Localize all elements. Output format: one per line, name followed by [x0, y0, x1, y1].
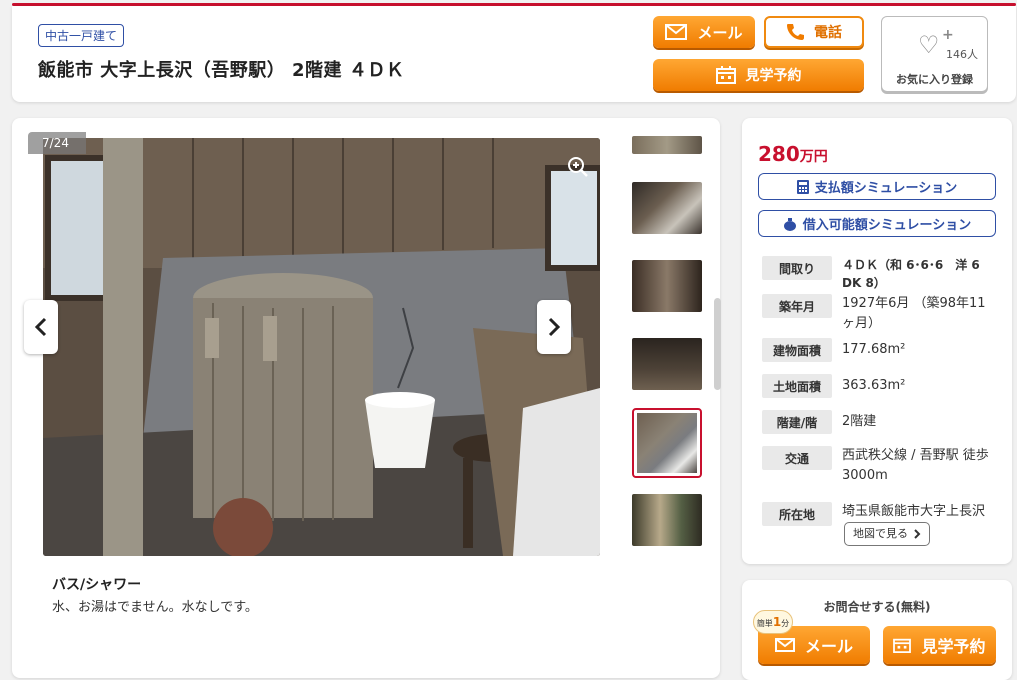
spec-key: 所在地	[762, 502, 832, 526]
thumbnail[interactable]	[632, 338, 702, 390]
calendar-icon	[715, 66, 736, 84]
heart-icon: ♡	[918, 31, 940, 59]
payment-simulation-button[interactable]: 支払額シミュレーション	[758, 173, 996, 200]
spec-value: ４ＤＫ（和 6･6･6 洋 6 DK 8）	[842, 258, 980, 290]
spec-value: 1927年6月 （築98年11ヶ月）	[842, 296, 986, 331]
mail-button[interactable]: メール	[653, 16, 755, 48]
favorite-count: 146人	[946, 48, 978, 61]
mail-icon	[665, 24, 688, 40]
easy-number: 1	[772, 615, 782, 629]
bathroom-photo-image	[43, 138, 600, 556]
map-view-button[interactable]: 地図で見る	[844, 522, 930, 546]
thumbnail-active[interactable]	[632, 408, 702, 478]
phone-icon	[787, 24, 804, 40]
payment-simulation-label: 支払額シミュレーション	[814, 181, 958, 196]
spec-key: 交通	[762, 446, 832, 470]
easy-one-minute-badge: 簡単1分	[753, 610, 793, 634]
borrowing-simulation-button[interactable]: 借入可能額シミュレーション	[758, 210, 996, 237]
map-button-label: 地図で見る	[853, 527, 908, 540]
next-photo-button[interactable]	[537, 300, 571, 354]
spec-key: 築年月	[762, 294, 832, 318]
chevron-right-icon	[548, 317, 561, 337]
property-summary-panel: 280万円 支払額シミュレーション 借入可能額シミュレーション 間取り ４ＤＫ（…	[742, 118, 1012, 564]
thumbnail[interactable]	[632, 182, 702, 234]
address-text: 埼玉県飯能市大字上長沢	[842, 504, 986, 519]
visit-button-label: 見学予約	[745, 68, 802, 84]
contact-visit-button[interactable]: 見学予約	[883, 626, 996, 664]
property-type-badge: 中古一戸建て	[38, 24, 125, 47]
photo-gallery: 7/24 バス/シャワー 水、お湯はでません。水なしです。	[12, 118, 721, 678]
spec-value: 363.63m²	[842, 378, 906, 393]
zoom-in-icon[interactable]	[567, 156, 589, 178]
tel-button[interactable]: 電話	[764, 16, 864, 48]
spec-key: 間取り	[762, 256, 832, 280]
spec-key: 建物面積	[762, 338, 832, 362]
contact-visit-label: 見学予約	[921, 637, 986, 656]
photo-caption-title: バス/シャワー	[52, 577, 142, 593]
contact-mail-label: メール	[804, 637, 853, 656]
chevron-left-icon	[34, 317, 47, 337]
favorite-button[interactable]: ♡ + 146人 お気に入り登録	[881, 16, 988, 92]
price: 280万円	[758, 142, 828, 166]
price-unit: 万円	[799, 149, 828, 165]
main-photo[interactable]	[43, 138, 600, 556]
thumbnail[interactable]	[632, 494, 702, 546]
calculator-icon	[796, 179, 809, 194]
mail-button-label: メール	[697, 23, 743, 42]
spec-value-address: 埼玉県飯能市大字上長沢 地図で見る	[842, 502, 992, 546]
thumbnail[interactable]	[632, 136, 702, 154]
tel-button-label: 電話	[814, 25, 842, 41]
spec-key: 土地面積	[762, 374, 832, 398]
spec-value: 2階建	[842, 414, 877, 429]
contact-panel: お問合せする(無料) 簡単1分 メール 見学予約	[742, 580, 1012, 680]
header-panel: 中古一戸建て 飯能市 大字上長沢（吾野駅） 2階建 ４ＤＫ メール 電話 見学予…	[12, 6, 1016, 102]
money-bag-icon	[783, 217, 796, 231]
price-value: 280	[758, 142, 800, 166]
chevron-right-icon	[914, 529, 921, 539]
favorite-label: お気に入り登録	[896, 73, 973, 86]
mail-icon	[774, 638, 795, 652]
easy-suffix: 分	[781, 619, 790, 628]
prev-photo-button[interactable]	[24, 300, 58, 354]
borrowing-simulation-label: 借入可能額シミュレーション	[802, 218, 972, 233]
thumbnail-scrollbar[interactable]	[714, 298, 721, 390]
photo-counter: 7/24	[28, 132, 86, 154]
spec-value: 西武秩父線 / 吾野駅 徒歩3000m	[842, 448, 989, 483]
calendar-icon	[893, 638, 912, 653]
thumbnail[interactable]	[632, 260, 702, 312]
plus-icon: +	[942, 27, 954, 43]
spec-key: 階建/階	[762, 410, 832, 434]
spec-value: 177.68m²	[842, 342, 906, 357]
easy-prefix: 簡単	[756, 619, 773, 628]
photo-caption-text: 水、お湯はでません。水なしです。	[52, 600, 258, 615]
page-title: 飯能市 大字上長沢（吾野駅） 2階建 ４ＤＫ	[38, 60, 405, 81]
visit-reservation-button[interactable]: 見学予約	[653, 59, 864, 91]
thumbnail-list	[632, 136, 712, 556]
